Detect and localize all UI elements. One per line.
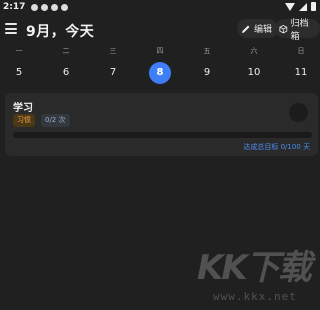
notification-icons: [31, 3, 69, 11]
day-7[interactable]: 7: [100, 62, 126, 84]
day-9[interactable]: 9: [194, 62, 220, 84]
goal-text: 达成总目标 0/100 天: [243, 143, 310, 151]
status-time: 2:17: [3, 2, 26, 12]
progress-bar: [13, 132, 312, 138]
day-11[interactable]: 11: [288, 62, 314, 84]
watermark-url: www.kkx.net: [213, 290, 297, 303]
habit-card[interactable]: 学习 习惯 0/2 次 达成总目标 0/100 天: [5, 93, 318, 156]
weekday-row: 一 二 三 四 五 六 日: [0, 44, 320, 58]
wifi-icon: [285, 2, 295, 11]
habit-tag: 习惯: [13, 114, 35, 127]
pencil-icon: [242, 25, 250, 33]
notification-icon: [61, 3, 69, 11]
archive-label: 归档箱: [290, 18, 309, 42]
weekday-label: 四: [156, 47, 164, 55]
weekday-label: 二: [62, 47, 70, 55]
edit-button[interactable]: 编辑: [237, 19, 279, 38]
checkin-button[interactable]: [289, 103, 308, 122]
weekday-label: 日: [297, 47, 305, 55]
notification-icon: [31, 3, 39, 11]
archive-button[interactable]: 归档箱: [275, 19, 320, 42]
edit-label: 编辑: [254, 25, 273, 35]
weekday-label: 五: [203, 47, 211, 55]
app-bar: 9月，今天 编辑 归档箱: [0, 18, 320, 44]
habit-title: 学习: [13, 103, 33, 114]
system-icons: [285, 2, 316, 11]
day-row: 5 6 7 8 9 10 11: [0, 62, 320, 86]
week-strip: 一 二 三 四 五 六 日 5 6 7 8 9 10 11: [0, 44, 320, 86]
day-8-selected[interactable]: 8: [149, 62, 171, 84]
moon-icon: [41, 3, 49, 11]
day-6[interactable]: 6: [53, 62, 79, 84]
day-5[interactable]: 5: [6, 62, 32, 84]
menu-icon[interactable]: [5, 23, 17, 35]
box-icon: [279, 24, 288, 33]
page-title: 9月，今天: [26, 24, 95, 40]
watermark-logo-text: KK下载: [197, 248, 312, 288]
weekday-label: 六: [250, 47, 258, 55]
battery-icon: [311, 2, 316, 11]
count-tag: 0/2 次: [41, 114, 70, 127]
signal-icon: [299, 2, 307, 11]
status-bar: 2:17: [0, 0, 320, 14]
watermark-logo: KK下载 www.kkx.net: [197, 240, 312, 308]
notification-icon: [51, 3, 59, 11]
weekday-label: 一: [15, 47, 23, 55]
day-10[interactable]: 10: [241, 62, 267, 84]
weekday-label: 三: [109, 47, 117, 55]
